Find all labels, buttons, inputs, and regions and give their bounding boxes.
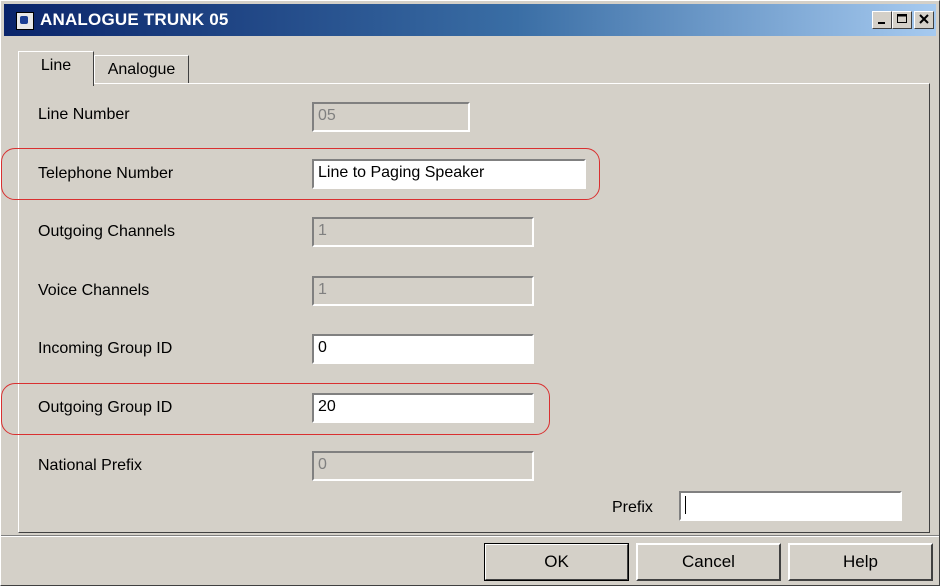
close-icon <box>919 14 929 24</box>
outgoing-channels-label: Outgoing Channels <box>38 223 175 240</box>
national-prefix-label: National Prefix <box>38 457 143 474</box>
prefix-label: Prefix <box>612 499 653 516</box>
tab-line-label: Line <box>40 57 72 74</box>
app-icon[interactable] <box>16 12 34 30</box>
incoming-group-id-label: Incoming Group ID <box>38 340 173 357</box>
incoming-group-id-field[interactable]: 0 <box>312 334 534 364</box>
telephone-number-label: Telephone Number <box>38 165 174 182</box>
tab-analogue-label: Analogue <box>107 61 176 78</box>
minimize-button[interactable] <box>872 11 892 29</box>
help-button[interactable]: Help <box>788 543 933 581</box>
line-number-field: 05 <box>312 102 470 132</box>
title-bar[interactable]: ANALOGUE TRUNK 05 <box>4 4 936 36</box>
cancel-button[interactable]: Cancel <box>636 543 781 581</box>
national-prefix-field: 0 <box>312 451 534 481</box>
voice-channels-field: 1 <box>312 276 534 306</box>
tab-line[interactable]: Line <box>18 51 94 86</box>
outgoing-channels-field: 1 <box>312 217 534 247</box>
tab-analogue[interactable]: Analogue <box>94 55 189 84</box>
telephone-number-field[interactable]: Line to Paging Speaker <box>312 159 586 189</box>
line-number-label: Line Number <box>38 106 130 123</box>
close-button[interactable] <box>914 11 934 29</box>
dialog-window: ANALOGUE TRUNK 05 Line Analogue Line Num… <box>0 0 940 586</box>
bottom-separator <box>1 535 939 537</box>
window-title: ANALOGUE TRUNK 05 <box>40 10 229 29</box>
minimize-icon <box>878 22 885 24</box>
prefix-field[interactable] <box>679 491 902 521</box>
outgoing-group-id-label: Outgoing Group ID <box>38 399 173 416</box>
voice-channels-label: Voice Channels <box>38 282 150 299</box>
outgoing-group-id-field[interactable]: 20 <box>312 393 534 423</box>
ok-button[interactable]: OK <box>484 543 629 581</box>
maximize-icon <box>897 14 907 23</box>
text-caret <box>685 496 686 514</box>
maximize-button[interactable] <box>892 11 912 29</box>
